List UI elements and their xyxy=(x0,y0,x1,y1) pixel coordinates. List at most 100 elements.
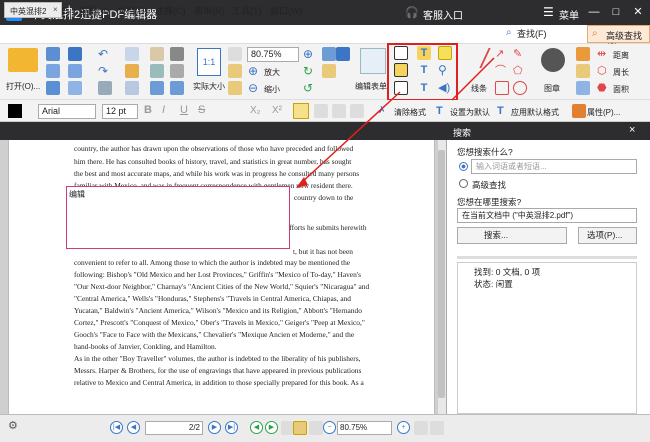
first-page-icon[interactable]: |◀ xyxy=(110,421,123,434)
edit-object-icon[interactable] xyxy=(170,81,184,95)
attach-file-icon[interactable]: ⚲ xyxy=(438,63,452,77)
close-window-button[interactable]: ✕ xyxy=(628,4,648,20)
actual-size-icon[interactable]: 1:1 xyxy=(197,48,221,76)
stamp-button[interactable]: 图章 xyxy=(544,83,560,94)
bold-button[interactable]: B xyxy=(144,104,152,116)
forward-icon[interactable]: ▶ xyxy=(265,421,278,434)
maximize-button[interactable]: □ xyxy=(606,4,626,20)
pencil-icon[interactable]: ✎ xyxy=(513,47,527,61)
search-input[interactable]: 输入词语或者短语... xyxy=(471,159,637,174)
facing-page-icon[interactable] xyxy=(309,421,323,435)
camera-icon[interactable] xyxy=(170,47,184,61)
snapshot-icon[interactable] xyxy=(150,81,164,95)
strike-text-icon[interactable]: T xyxy=(417,63,431,77)
hamburger-icon[interactable]: ☰ xyxy=(543,5,554,19)
text-tool-icon[interactable] xyxy=(336,47,350,61)
search-scope-select[interactable]: 在当前文档中 ("中英混排2.pdf") xyxy=(457,208,637,223)
page-icon[interactable] xyxy=(228,47,242,61)
lines-button[interactable]: 线条 xyxy=(471,83,487,94)
text-color-swatch[interactable] xyxy=(8,104,22,118)
copy-icon[interactable] xyxy=(125,47,139,61)
options-button[interactable]: 选项(P)... xyxy=(578,227,637,244)
polyline-icon[interactable]: ⌒ xyxy=(495,64,509,78)
italic-button[interactable]: I xyxy=(162,104,165,116)
save-as-icon[interactable] xyxy=(68,64,82,78)
zoom-in-icon[interactable]: ⊕ xyxy=(248,64,262,78)
select-icon[interactable] xyxy=(170,64,184,78)
hand-tool-icon[interactable] xyxy=(150,47,164,61)
strikethrough-button[interactable]: S xyxy=(198,104,205,116)
edit-form-icon[interactable] xyxy=(360,48,386,74)
polygon-icon[interactable]: ⬠ xyxy=(513,64,527,78)
clear-format-button[interactable]: 清除格式 xyxy=(394,107,426,118)
underline-text-icon[interactable]: T xyxy=(417,81,431,95)
menu-document[interactable]: 文档(D) xyxy=(117,4,148,17)
checkbox-field-icon[interactable] xyxy=(394,63,408,77)
align-left-icon[interactable] xyxy=(293,103,309,119)
underline-button[interactable]: U xyxy=(180,104,188,116)
arrow-tool-icon[interactable]: ↗ xyxy=(495,47,509,61)
menu-tools[interactable]: 工具(T) xyxy=(232,4,262,17)
main-menu-button[interactable]: 菜单 xyxy=(559,7,579,22)
folder-open-icon[interactable] xyxy=(8,48,38,72)
area-button[interactable]: 面积 xyxy=(613,84,629,95)
prev-page-icon[interactable]: ◀ xyxy=(127,421,140,434)
list-field-icon[interactable] xyxy=(394,81,408,95)
subscript-button[interactable]: X₂ xyxy=(250,105,261,116)
zoom-out-button[interactable]: 缩小 xyxy=(264,84,280,95)
close-panel-icon[interactable]: × xyxy=(629,124,635,136)
close-tab-icon[interactable]: × xyxy=(53,5,58,14)
basic-search-radio[interactable] xyxy=(459,162,468,171)
justify-icon[interactable] xyxy=(350,104,364,118)
align-center-icon[interactable] xyxy=(314,104,328,118)
menu-window[interactable]: 窗口(W) xyxy=(270,4,303,17)
note-icon[interactable] xyxy=(438,46,452,60)
settings-gear-icon[interactable]: ⚙ xyxy=(8,419,18,432)
actual-size-button[interactable]: 实际大小 xyxy=(193,81,225,92)
fit-width-icon[interactable] xyxy=(228,64,242,78)
continuous-page-icon[interactable] xyxy=(293,421,307,435)
status-zoom-select[interactable]: 80.75% xyxy=(337,421,392,435)
new-doc-icon[interactable] xyxy=(46,47,60,61)
align-right-icon[interactable] xyxy=(332,104,346,118)
zoom-minus-icon[interactable] xyxy=(322,47,336,61)
area-icon[interactable]: ⬣ xyxy=(597,81,611,95)
zoom-plus-icon[interactable]: ⊕ xyxy=(303,47,317,61)
superscript-button[interactable]: X² xyxy=(272,105,282,116)
perimeter-button[interactable]: 周长 xyxy=(613,67,629,78)
rotate-back-icon[interactable]: ↺ xyxy=(303,81,317,95)
fit-page-icon[interactable] xyxy=(228,81,242,95)
menu-form[interactable]: 表单(R) xyxy=(194,4,225,17)
customer-service-link[interactable]: 客服入口 xyxy=(423,7,463,22)
sound-icon[interactable]: ◀) xyxy=(438,81,452,95)
font-size-select[interactable]: 12 pt xyxy=(102,104,138,119)
rectangle-icon[interactable] xyxy=(495,81,509,95)
email-icon[interactable] xyxy=(46,81,60,95)
zoom-out-icon[interactable]: ⊖ xyxy=(248,81,262,95)
edit-form-button[interactable]: 编辑表单 xyxy=(355,81,387,92)
set-default-icon[interactable]: T xyxy=(436,104,450,118)
headset-icon[interactable]: 🎧 xyxy=(405,6,419,19)
paste-icon[interactable] xyxy=(125,64,139,78)
minimize-button[interactable]: — xyxy=(584,4,604,20)
text-annot-icon[interactable]: T xyxy=(417,46,431,60)
distance-icon[interactable]: ⇹ xyxy=(597,47,611,61)
apply-default-icon[interactable]: T xyxy=(497,104,511,118)
back-icon[interactable]: ◀ xyxy=(250,421,263,434)
text-field-icon[interactable] xyxy=(394,46,408,60)
select-text-icon[interactable] xyxy=(150,64,164,78)
clear-format-icon[interactable]: ✗ xyxy=(378,104,392,118)
menu-view[interactable]: 视图(V) xyxy=(79,4,109,17)
set-default-button[interactable]: 设置为默认 xyxy=(450,107,490,118)
find-tab[interactable]: 查找(F) xyxy=(517,27,547,40)
font-family-select[interactable]: Arial xyxy=(38,104,96,119)
cut-icon[interactable] xyxy=(98,81,112,95)
highlight-icon[interactable] xyxy=(576,64,590,78)
fullscreen-icon[interactable] xyxy=(430,421,444,435)
delete-icon[interactable] xyxy=(125,81,139,95)
advanced-find-tab[interactable]: ⌕ 高级查找(S) xyxy=(587,25,650,52)
undo-icon[interactable]: ↶ xyxy=(98,47,112,61)
last-page-icon[interactable]: ▶| xyxy=(225,421,238,434)
apply-default-button[interactable]: 应用默认格式 xyxy=(511,107,559,118)
zoom-level-select[interactable]: 80.75% xyxy=(247,47,299,62)
